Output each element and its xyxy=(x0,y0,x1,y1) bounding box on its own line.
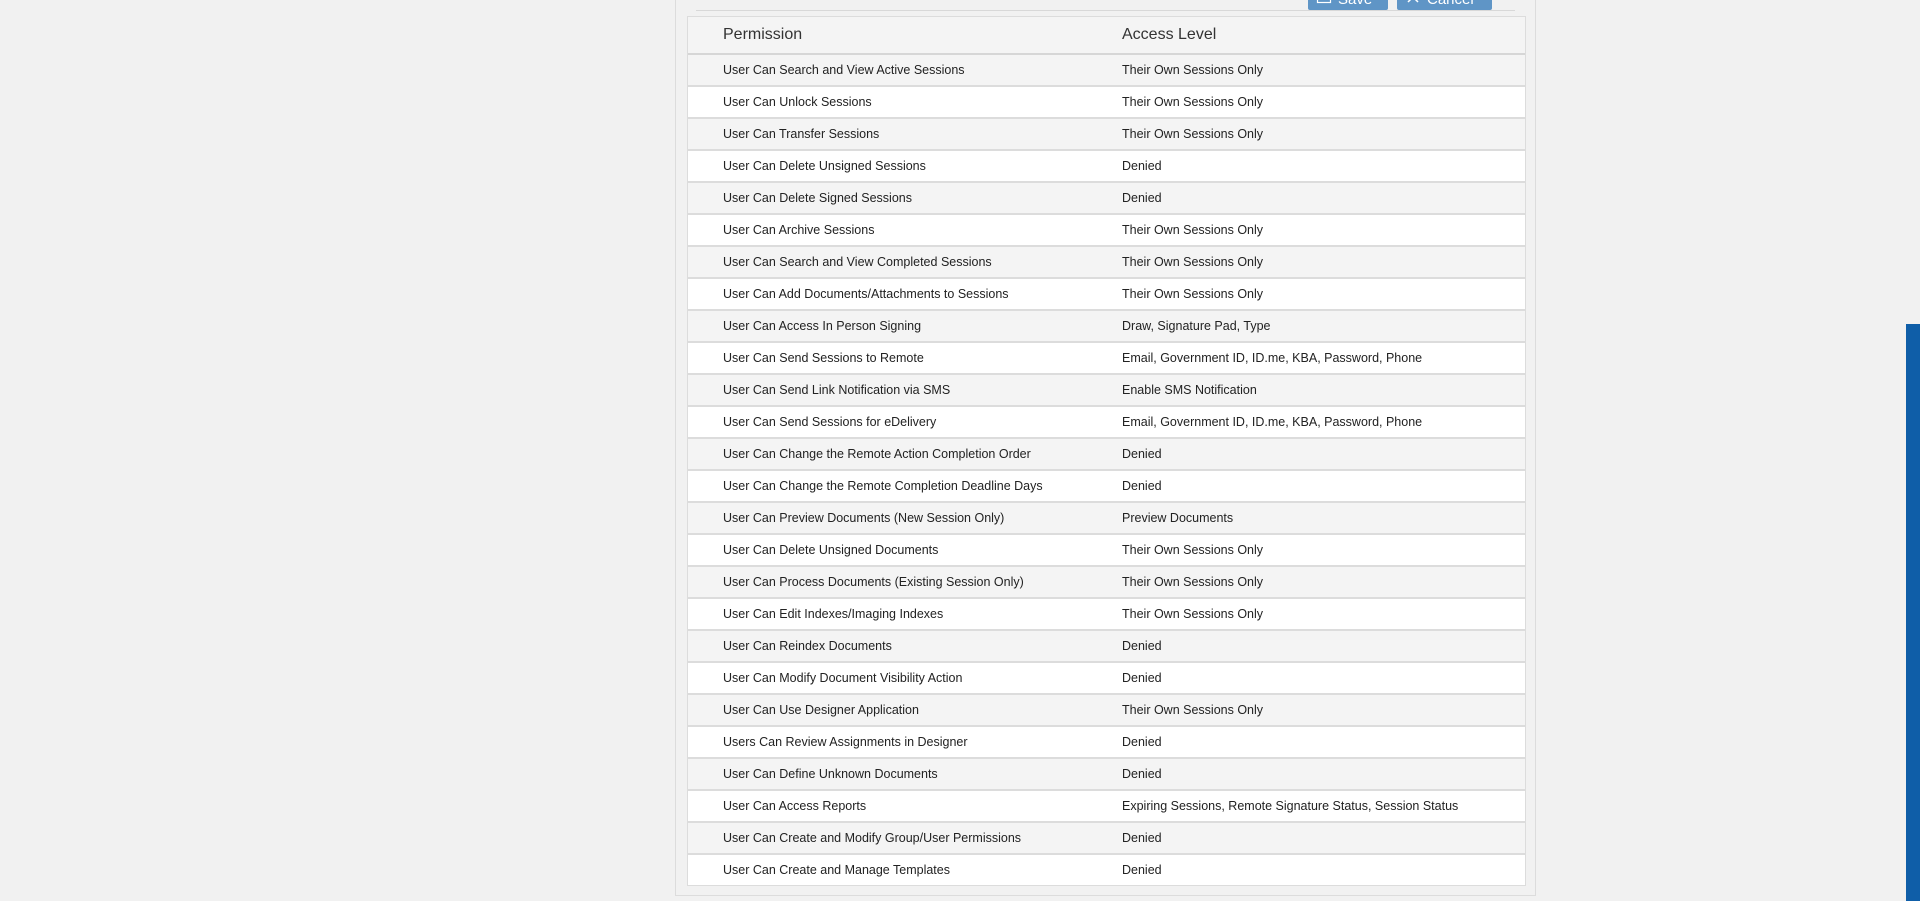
access-level-cell[interactable]: Their Own Sessions Only xyxy=(1122,278,1525,311)
permission-cell: User Can Delete Unsigned Documents xyxy=(688,534,1122,567)
permission-cell: User Can Access In Person Signing xyxy=(688,310,1122,343)
table-row[interactable]: Users Can Review Assignments in Designer… xyxy=(688,726,1525,759)
save-icon xyxy=(1316,0,1332,11)
access-level-cell[interactable]: Their Own Sessions Only xyxy=(1122,118,1525,151)
access-level-cell[interactable]: Their Own Sessions Only xyxy=(1122,598,1525,631)
access-level-cell[interactable]: Their Own Sessions Only xyxy=(1122,566,1525,599)
save-button[interactable]: Save xyxy=(1308,0,1388,10)
permissions-table: Permission Access Level User Can Search … xyxy=(687,16,1526,886)
table-row[interactable]: User Can Define Unknown Documents Denied xyxy=(688,758,1525,791)
access-level-cell[interactable]: Their Own Sessions Only xyxy=(1122,534,1525,567)
permission-cell: User Can Search and View Completed Sessi… xyxy=(688,246,1122,279)
table-row[interactable]: User Can Send Link Notification via SMS E… xyxy=(688,374,1525,407)
access-level-cell[interactable]: Denied xyxy=(1122,630,1525,663)
cancel-label: Cancel xyxy=(1427,0,1474,10)
table-row[interactable]: User Can Change the Remote Action Comple… xyxy=(688,438,1525,471)
permission-cell: User Can Modify Document Visibility Acti… xyxy=(688,662,1122,695)
table-row[interactable]: User Can Transfer Sessions Their Own Sess… xyxy=(688,118,1525,151)
table-row[interactable]: User Can Search and View Active Sessions… xyxy=(688,54,1525,87)
permission-cell: User Can Process Documents (Existing Ses… xyxy=(688,566,1122,599)
access-level-cell[interactable]: Denied xyxy=(1122,822,1525,855)
access-level-cell[interactable]: Denied xyxy=(1122,662,1525,695)
permission-cell: User Can Use Designer Application xyxy=(688,694,1122,727)
table-row[interactable]: User Can Access Reports Expiring Sessions… xyxy=(688,790,1525,823)
table-row[interactable]: User Can Search and View Completed Sessi… xyxy=(688,246,1525,279)
table-row[interactable]: User Can Archive Sessions Their Own Sessi… xyxy=(688,214,1525,247)
permission-cell: User Can Send Link Notification via SMS xyxy=(688,374,1122,407)
table-row[interactable]: User Can Reindex Documents Denied xyxy=(688,630,1525,663)
access-level-cell[interactable]: Email, Government ID, ID.me, KBA, Passwo… xyxy=(1122,342,1525,375)
save-label: Save xyxy=(1338,0,1372,10)
permission-cell: User Can Archive Sessions xyxy=(688,214,1122,247)
divider xyxy=(696,10,1515,11)
table-row[interactable]: User Can Delete Unsigned Documents Their … xyxy=(688,534,1525,567)
table-row[interactable]: User Can Unlock Sessions Their Own Sessio… xyxy=(688,86,1525,119)
permission-cell: User Can Preview Documents (New Session … xyxy=(688,502,1122,535)
access-level-cell[interactable]: Denied xyxy=(1122,470,1525,503)
access-level-cell[interactable]: Their Own Sessions Only xyxy=(1122,694,1525,727)
permission-cell: User Can Change the Remote Action Comple… xyxy=(688,438,1122,471)
permission-cell: User Can Create and Manage Templates xyxy=(688,854,1122,885)
access-level-cell[interactable]: Preview Documents xyxy=(1122,502,1525,535)
permission-cell: User Can Unlock Sessions xyxy=(688,86,1122,119)
table-row[interactable]: User Can Edit Indexes/Imaging Indexes The… xyxy=(688,598,1525,631)
permission-cell: User Can Create and Modify Group/User Pe… xyxy=(688,822,1122,855)
table-row[interactable]: User Can Process Documents (Existing Ses… xyxy=(688,566,1525,599)
table-row[interactable]: User Can Send Sessions to Remote Email, G… xyxy=(688,342,1525,375)
permissions-panel: Save Cancel Permission Access Level User… xyxy=(675,0,1536,896)
access-level-cell[interactable]: Their Own Sessions Only xyxy=(1122,246,1525,279)
scrollbar[interactable] xyxy=(1906,324,1920,901)
table-header-row: Permission Access Level xyxy=(688,17,1525,55)
permission-cell: User Can Delete Signed Sessions xyxy=(688,182,1122,215)
table-row[interactable]: User Can Preview Documents (New Session … xyxy=(688,502,1525,535)
access-level-cell[interactable]: Their Own Sessions Only xyxy=(1122,54,1525,87)
access-level-cell[interactable]: Enable SMS Notification xyxy=(1122,374,1525,407)
permission-cell: User Can Reindex Documents xyxy=(688,630,1122,663)
permission-cell: User Can Transfer Sessions xyxy=(688,118,1122,151)
table-row[interactable]: User Can Access In Person Signing Draw, S… xyxy=(688,310,1525,343)
table-row[interactable]: User Can Delete Signed Sessions Denied xyxy=(688,182,1525,215)
close-icon xyxy=(1405,0,1421,11)
permission-cell: User Can Edit Indexes/Imaging Indexes xyxy=(688,598,1122,631)
table-row[interactable]: User Can Create and Manage Templates Deni… xyxy=(688,854,1525,885)
permission-cell: User Can Delete Unsigned Sessions xyxy=(688,150,1122,183)
table-row[interactable]: User Can Modify Document Visibility Acti… xyxy=(688,662,1525,695)
table-row[interactable]: User Can Add Documents/Attachments to Se… xyxy=(688,278,1525,311)
access-level-cell[interactable]: Denied xyxy=(1122,438,1525,471)
access-level-cell[interactable]: Email, Government ID, ID.me, KBA, Passwo… xyxy=(1122,406,1525,439)
permission-cell: User Can Define Unknown Documents xyxy=(688,758,1122,791)
access-level-cell[interactable]: Denied xyxy=(1122,182,1525,215)
permission-cell: User Can Send Sessions for eDelivery xyxy=(688,406,1122,439)
table-row[interactable]: User Can Send Sessions for eDelivery Emai… xyxy=(688,406,1525,439)
table-row[interactable]: User Can Change the Remote Completion De… xyxy=(688,470,1525,503)
access-level-cell[interactable]: Their Own Sessions Only xyxy=(1122,86,1525,119)
table-row[interactable]: User Can Use Designer Application Their O… xyxy=(688,694,1525,727)
permission-cell: User Can Search and View Active Sessions xyxy=(688,54,1122,87)
access-level-cell[interactable]: Denied xyxy=(1122,150,1525,183)
access-level-cell[interactable]: Denied xyxy=(1122,854,1525,885)
permission-cell: User Can Access Reports xyxy=(688,790,1122,823)
access-level-cell[interactable]: Denied xyxy=(1122,758,1525,791)
cancel-button[interactable]: Cancel xyxy=(1397,0,1492,10)
access-level-cell[interactable]: Their Own Sessions Only xyxy=(1122,214,1525,247)
permission-cell: Users Can Review Assignments in Designer xyxy=(688,726,1122,759)
access-level-cell[interactable]: Draw, Signature Pad, Type xyxy=(1122,310,1525,343)
column-header-permission: Permission xyxy=(688,17,1122,55)
table-row[interactable]: User Can Delete Unsigned Sessions Denied xyxy=(688,150,1525,183)
permission-cell: User Can Send Sessions to Remote xyxy=(688,342,1122,375)
access-level-cell[interactable]: Denied xyxy=(1122,726,1525,759)
column-header-access-level: Access Level xyxy=(1122,17,1525,55)
access-level-cell[interactable]: Expiring Sessions, Remote Signature Stat… xyxy=(1122,790,1525,823)
permission-cell: User Can Change the Remote Completion De… xyxy=(688,470,1122,503)
permission-cell: User Can Add Documents/Attachments to Se… xyxy=(688,278,1122,311)
table-row[interactable]: User Can Create and Modify Group/User Pe… xyxy=(688,822,1525,855)
